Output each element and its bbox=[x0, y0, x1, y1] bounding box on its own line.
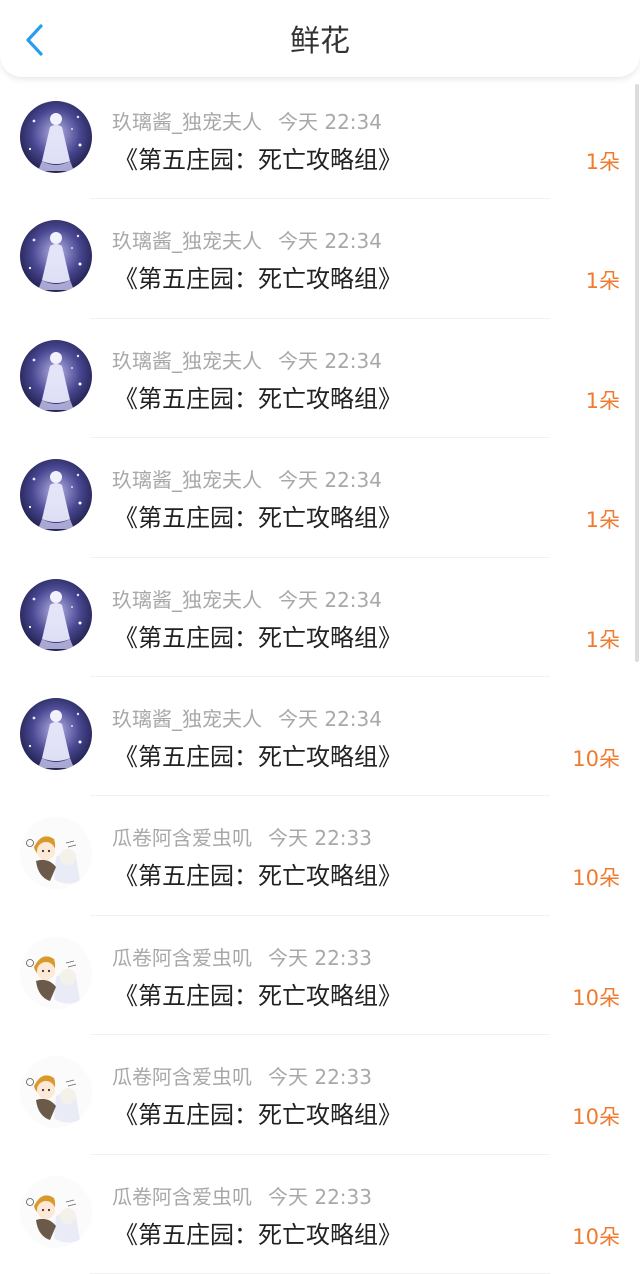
timestamp: 今天 22:33 bbox=[268, 1065, 372, 1090]
book-title[interactable]: 《第五庄园：死亡攻略组》 bbox=[114, 1215, 402, 1250]
list-item[interactable]: 瓜卷阿含爱虫叽 今天 22:33 《第五庄园：死亡攻略组》 10朵 bbox=[0, 1155, 640, 1274]
book-title[interactable]: 《第五庄园：死亡攻略组》 bbox=[114, 976, 402, 1011]
list-item[interactable]: 玖璃酱_独宠夫人 今天 22:34 《第五庄园：死亡攻略组》 1朵 bbox=[0, 558, 640, 677]
user-name[interactable]: 玖璃酱_独宠夫人 bbox=[112, 110, 262, 134]
book-title[interactable]: 《第五庄园：死亡攻略组》 bbox=[114, 737, 402, 772]
avatar[interactable] bbox=[20, 1175, 92, 1248]
user-line: 玖璃酱_独宠夫人 今天 22:34 bbox=[112, 106, 382, 135]
scrollbar[interactable] bbox=[635, 84, 639, 662]
list-item[interactable]: 瓜卷阿含爱虫叽 今天 22:33 《第五庄园：死亡攻略组》 10朵 bbox=[0, 1035, 640, 1155]
user-line: 玖璃酱_独宠夫人 今天 22:34 bbox=[112, 225, 382, 254]
avatar[interactable] bbox=[20, 101, 92, 173]
user-name[interactable]: 玖璃酱_独宠夫人 bbox=[112, 468, 262, 492]
user-line: 瓜卷阿含爱虫叽 今天 22:33 bbox=[112, 1181, 372, 1210]
book-title[interactable]: 《第五庄园：死亡攻略组》 bbox=[114, 1095, 402, 1130]
list-item[interactable]: 玖璃酱_独宠夫人 今天 22:34 《第五庄园：死亡攻略组》 1朵 bbox=[0, 80, 640, 200]
timestamp: 今天 22:34 bbox=[278, 587, 382, 612]
user-line: 瓜卷阿含爱虫叽 今天 22:33 bbox=[112, 1061, 372, 1090]
avatar[interactable] bbox=[20, 220, 92, 293]
book-title[interactable]: 《第五庄园：死亡攻略组》 bbox=[114, 140, 402, 175]
timestamp: 今天 22:34 bbox=[278, 110, 382, 134]
list-item[interactable]: 玖璃酱_独宠夫人 今天 22:34 《第五庄园：死亡攻略组》 1朵 bbox=[0, 199, 640, 319]
list-item[interactable]: 玖璃酱_独宠夫人 今天 22:34 《第五庄园：死亡攻略组》 1朵 bbox=[0, 438, 640, 558]
user-name[interactable]: 玖璃酱_独宠夫人 bbox=[112, 588, 262, 612]
user-name[interactable]: 玖璃酱_独宠夫人 bbox=[112, 349, 262, 373]
list-item[interactable]: 玖璃酱_独宠夫人 今天 22:34 《第五庄园：死亡攻略组》 10朵 bbox=[0, 677, 640, 797]
avatar[interactable] bbox=[20, 817, 92, 890]
flower-count: 1朵 bbox=[585, 627, 620, 652]
book-title[interactable]: 《第五庄园：死亡攻略组》 bbox=[114, 618, 402, 653]
flower-count: 10朵 bbox=[572, 985, 620, 1010]
flower-count: 10朵 bbox=[572, 866, 620, 891]
flower-count: 10朵 bbox=[572, 1224, 620, 1249]
user-name[interactable]: 瓜卷阿含爱虫叽 bbox=[112, 826, 252, 850]
user-line: 瓜卷阿含爱虫叽 今天 22:33 bbox=[112, 822, 372, 851]
book-title[interactable]: 《第五庄园：死亡攻略组》 bbox=[114, 498, 402, 533]
user-name[interactable]: 玖璃酱_独宠夫人 bbox=[112, 707, 262, 731]
book-title[interactable]: 《第五庄园：死亡攻略组》 bbox=[114, 379, 402, 414]
avatar[interactable] bbox=[20, 936, 92, 1009]
page-title: 鲜花 bbox=[290, 24, 350, 59]
flower-count: 1朵 bbox=[585, 150, 620, 174]
avatar[interactable] bbox=[20, 697, 92, 770]
timestamp: 今天 22:34 bbox=[278, 348, 382, 373]
timestamp: 今天 22:34 bbox=[278, 229, 382, 254]
user-line: 玖璃酱_独宠夫人 今天 22:34 bbox=[112, 584, 382, 613]
timestamp: 今天 22:33 bbox=[268, 945, 372, 970]
list-item[interactable]: 玖璃酱_独宠夫人 今天 22:34 《第五庄园：死亡攻略组》 1朵 bbox=[0, 319, 640, 439]
flower-count: 10朵 bbox=[572, 746, 620, 771]
flower-count: 10朵 bbox=[572, 1105, 620, 1130]
flower-list: 玖璃酱_独宠夫人 今天 22:34 《第五庄园：死亡攻略组》 1朵 玖璃酱_独宠… bbox=[0, 80, 640, 1274]
avatar[interactable] bbox=[20, 1056, 92, 1129]
timestamp: 今天 22:33 bbox=[268, 1184, 372, 1209]
list-item[interactable]: 瓜卷阿含爱虫叽 今天 22:33 《第五庄园：死亡攻略组》 10朵 bbox=[0, 796, 640, 916]
flower-count: 1朵 bbox=[585, 269, 620, 294]
flower-count: 1朵 bbox=[585, 388, 620, 413]
user-name[interactable]: 玖璃酱_独宠夫人 bbox=[112, 229, 262, 253]
timestamp: 今天 22:34 bbox=[278, 468, 382, 493]
user-line: 玖璃酱_独宠夫人 今天 22:34 bbox=[112, 464, 382, 493]
timestamp: 今天 22:34 bbox=[278, 706, 382, 731]
book-title[interactable]: 《第五庄园：死亡攻略组》 bbox=[114, 856, 402, 891]
flower-count: 1朵 bbox=[585, 508, 620, 533]
timestamp: 今天 22:33 bbox=[268, 826, 372, 851]
user-name[interactable]: 瓜卷阿含爱虫叽 bbox=[112, 1065, 252, 1089]
user-line: 瓜卷阿含爱虫叽 今天 22:33 bbox=[112, 942, 372, 971]
user-line: 玖璃酱_独宠夫人 今天 22:34 bbox=[112, 345, 382, 374]
book-title[interactable]: 《第五庄园：死亡攻略组》 bbox=[114, 259, 402, 294]
user-name[interactable]: 瓜卷阿含爱虫叽 bbox=[112, 946, 252, 970]
user-line: 玖璃酱_独宠夫人 今天 22:34 bbox=[112, 703, 382, 732]
list-item[interactable]: 瓜卷阿含爱虫叽 今天 22:33 《第五庄园：死亡攻略组》 10朵 bbox=[0, 916, 640, 1036]
user-name[interactable]: 瓜卷阿含爱虫叽 bbox=[112, 1185, 252, 1209]
avatar[interactable] bbox=[20, 578, 92, 651]
avatar[interactable] bbox=[20, 339, 92, 412]
avatar[interactable] bbox=[20, 459, 92, 532]
top-bar: 鲜花 bbox=[0, 0, 640, 78]
